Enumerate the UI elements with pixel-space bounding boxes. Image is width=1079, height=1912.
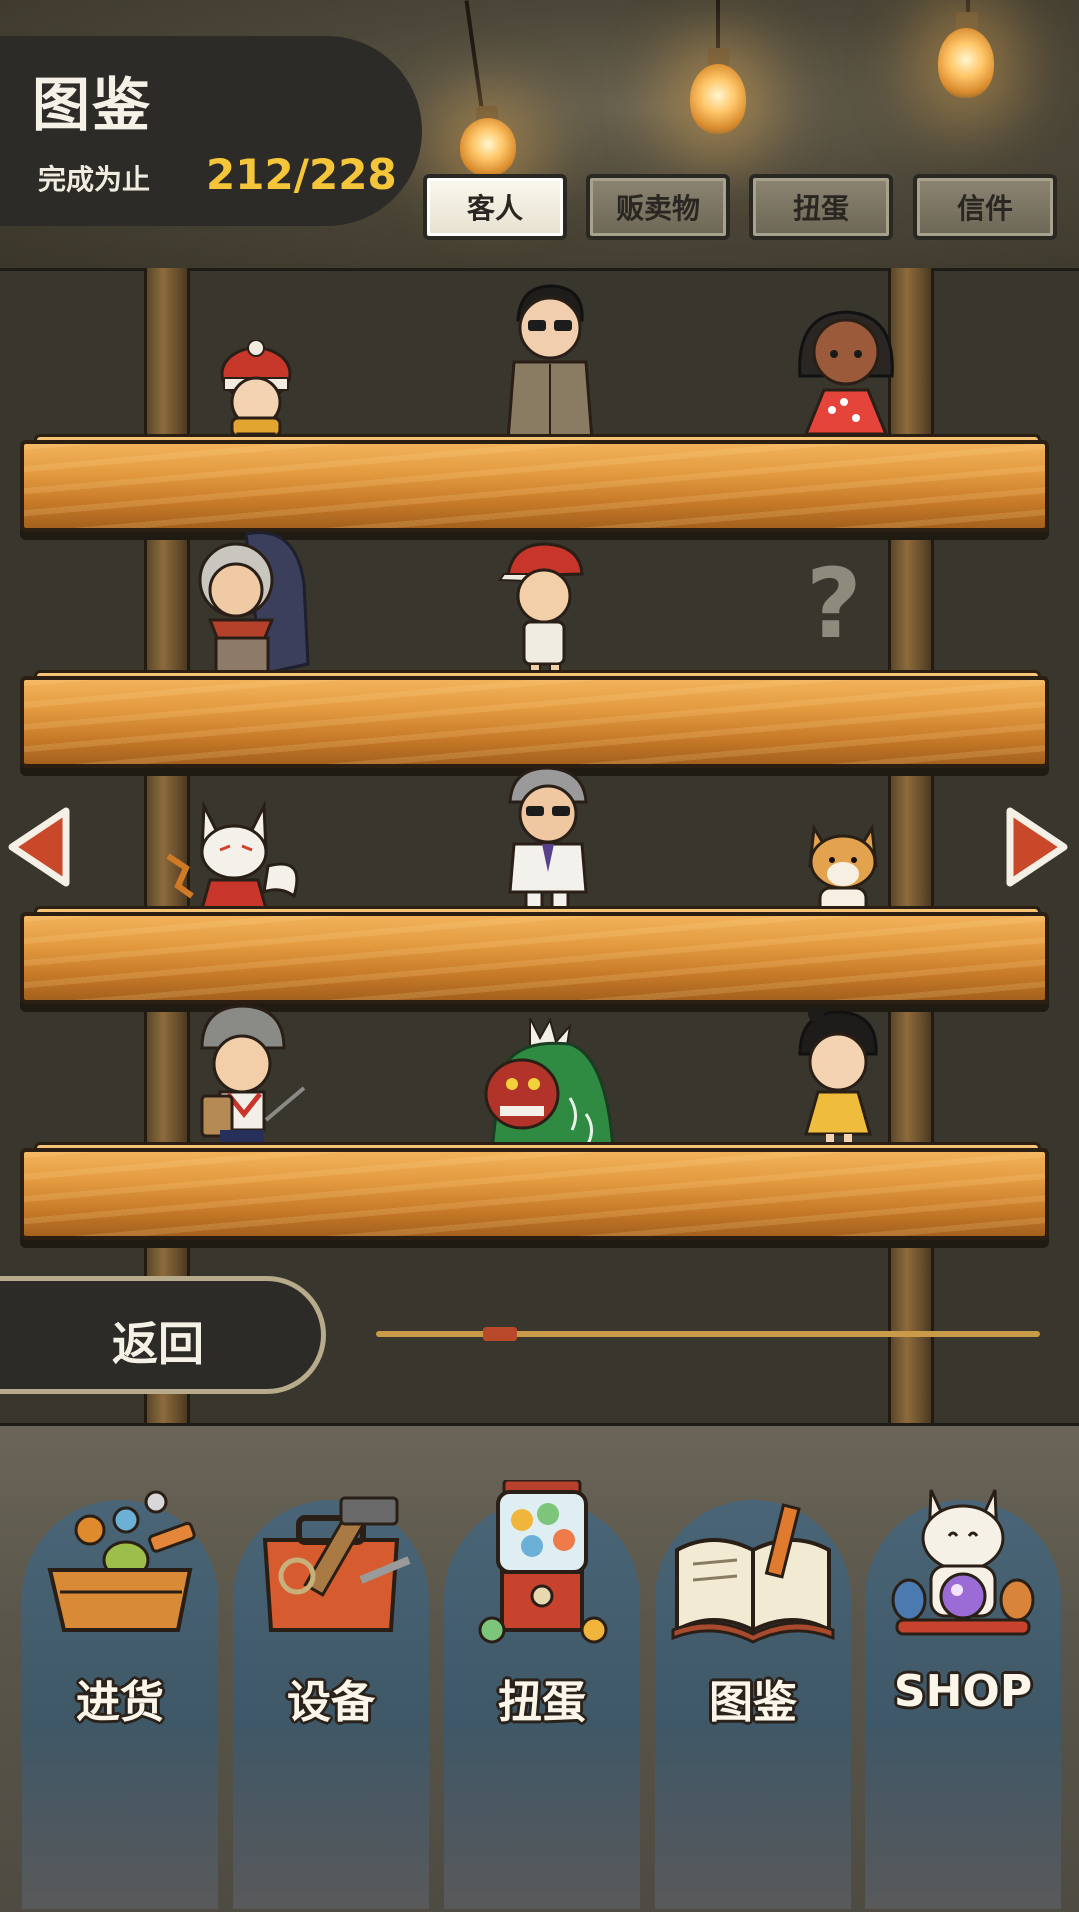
nav-collection-label: 图鉴 — [709, 1677, 797, 1728]
tab-gacha[interactable]: 扭蛋 — [749, 174, 893, 240]
nav-collection[interactable]: 图鉴 — [655, 1500, 851, 1909]
unknown-item-mark[interactable]: ? — [806, 548, 862, 660]
back-button-label[interactable]: 返回 — [112, 1308, 204, 1374]
scroll-thumb[interactable] — [483, 1327, 518, 1341]
left-arrow-icon[interactable] — [6, 805, 72, 889]
lucky-cat-icon — [891, 1489, 1035, 1636]
progress-counter: 212/228 — [206, 150, 397, 199]
shelf-plank — [20, 1148, 1049, 1240]
shelf-plank — [20, 676, 1049, 768]
shelf-plank — [20, 912, 1049, 1004]
goods-crate-icon — [47, 1490, 196, 1632]
gacha-machine-icon — [478, 1480, 608, 1644]
tab-merchandise[interactable]: 贩卖物 — [586, 174, 730, 240]
nav-equipment-label: 设备 — [287, 1677, 375, 1728]
nav-gacha[interactable]: 扭蛋 — [444, 1480, 640, 1909]
nav-shop-label: SHOP — [893, 1666, 1033, 1717]
page-title: 图鉴 — [32, 71, 153, 139]
light-bulb-icon — [460, 118, 516, 176]
page-scrollbar[interactable] — [376, 1331, 1040, 1337]
nav-stock-label: 进货 — [76, 1677, 164, 1728]
light-bulb-icon — [690, 64, 746, 134]
open-book-icon — [671, 1503, 835, 1644]
light-bulb-icon — [938, 28, 994, 98]
light-cord — [716, 0, 720, 50]
progress-label: 完成为止 — [38, 163, 151, 196]
tab-letters[interactable]: 信件 — [913, 174, 1057, 240]
nav-equipment[interactable]: 设备 — [233, 1496, 429, 1909]
shelf-plank — [20, 440, 1049, 532]
right-arrow-icon[interactable] — [1004, 805, 1070, 889]
nav-gacha-label: 扭蛋 — [498, 1677, 586, 1728]
toolbox-icon — [262, 1496, 411, 1632]
tab-guests[interactable]: 客人 — [423, 174, 567, 240]
nav-stock[interactable]: 进货 — [22, 1490, 218, 1909]
nav-shop[interactable]: SHOP — [865, 1489, 1061, 1909]
